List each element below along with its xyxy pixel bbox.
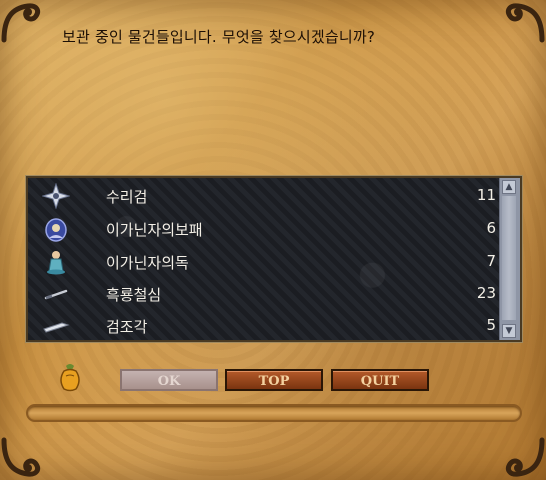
item-name: 이가닌자의독 [106, 254, 189, 272]
item-quantity: 11 [476, 186, 496, 204]
status-bar [26, 404, 522, 422]
item-name: 이가닌자의보패 [106, 221, 203, 239]
poison-flask-icon [47, 251, 65, 275]
item-quantity: 5 [486, 316, 496, 334]
scroll-up-button[interactable]: ▲ [502, 180, 516, 194]
list-item[interactable]: 이가닌자의보패 6 [28, 213, 502, 245]
list-item[interactable]: 흑룡철심 23 [28, 278, 502, 310]
quit-button[interactable]: QUIT [331, 369, 429, 391]
scroll-down-button[interactable]: ▼ [502, 324, 516, 338]
storage-dialog: 보관 중인 물건들입니다. 무엇을 찾으시겠습니까? 수리검 11 이가닌자의보… [0, 0, 546, 480]
item-quantity: 6 [486, 219, 496, 237]
list-item[interactable]: 수리검 11 [28, 180, 502, 212]
item-name: 수리검 [106, 188, 148, 206]
item-quantity: 7 [486, 252, 496, 270]
iron-needle-icon [44, 289, 68, 300]
corner-ornament-icon [1, 3, 41, 43]
corner-ornament-icon [505, 3, 545, 43]
list-item[interactable]: 이가닌자의독 7 [28, 246, 502, 278]
item-name: 흑룡철심 [106, 286, 162, 304]
item-rows: 수리검 11 이가닌자의보패 6 이가닌자의독 7 흑룡철심 23 검조각 5 [28, 178, 502, 340]
corner-ornament-icon [1, 437, 41, 477]
item-name: 검조각 [106, 318, 148, 336]
dialog-question: 보관 중인 물건들입니다. 무엇을 찾으시겠습니까? [62, 28, 376, 46]
item-quantity: 23 [476, 284, 496, 302]
ok-button[interactable]: OK [120, 369, 218, 391]
scroll-thumb[interactable] [502, 196, 516, 320]
top-button[interactable]: TOP [225, 369, 323, 391]
list-item[interactable]: 검조각 5 [28, 310, 502, 342]
pouch-icon [60, 364, 80, 392]
storage-item-list: 수리검 11 이가닌자의보패 6 이가닌자의독 7 흑룡철심 23 검조각 5 … [26, 176, 522, 342]
list-scrollbar[interactable]: ▲ ▼ [499, 178, 520, 340]
ninja-treasure-icon [45, 218, 67, 242]
shuriken-icon [42, 183, 70, 209]
sword-fragment-icon [43, 322, 70, 333]
corner-ornament-icon [505, 437, 545, 477]
